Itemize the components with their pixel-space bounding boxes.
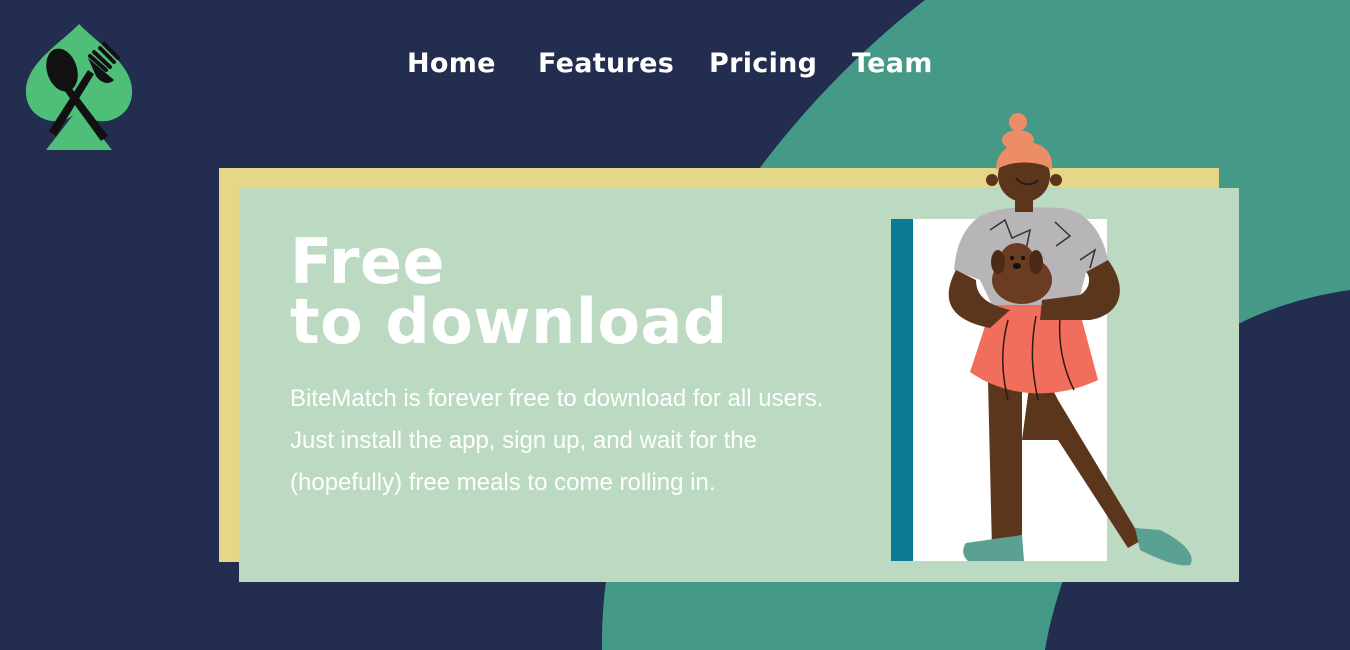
nav-link-team[interactable]: Team <box>852 48 933 79</box>
hero-title-line1: Free <box>290 225 446 298</box>
hero-title: Free to download <box>290 225 728 358</box>
nav-link-pricing[interactable]: Pricing <box>709 48 817 79</box>
main-nav: Home Features Pricing Team <box>0 48 1350 88</box>
nav-link-features[interactable]: Features <box>538 48 674 79</box>
hero-description: BiteMatch is forever free to download fo… <box>290 385 824 496</box>
nav-link-home[interactable]: Home <box>407 48 496 79</box>
hero-title-line2: to download <box>290 285 728 358</box>
woman-holding-puppy-illustration <box>891 113 1192 566</box>
